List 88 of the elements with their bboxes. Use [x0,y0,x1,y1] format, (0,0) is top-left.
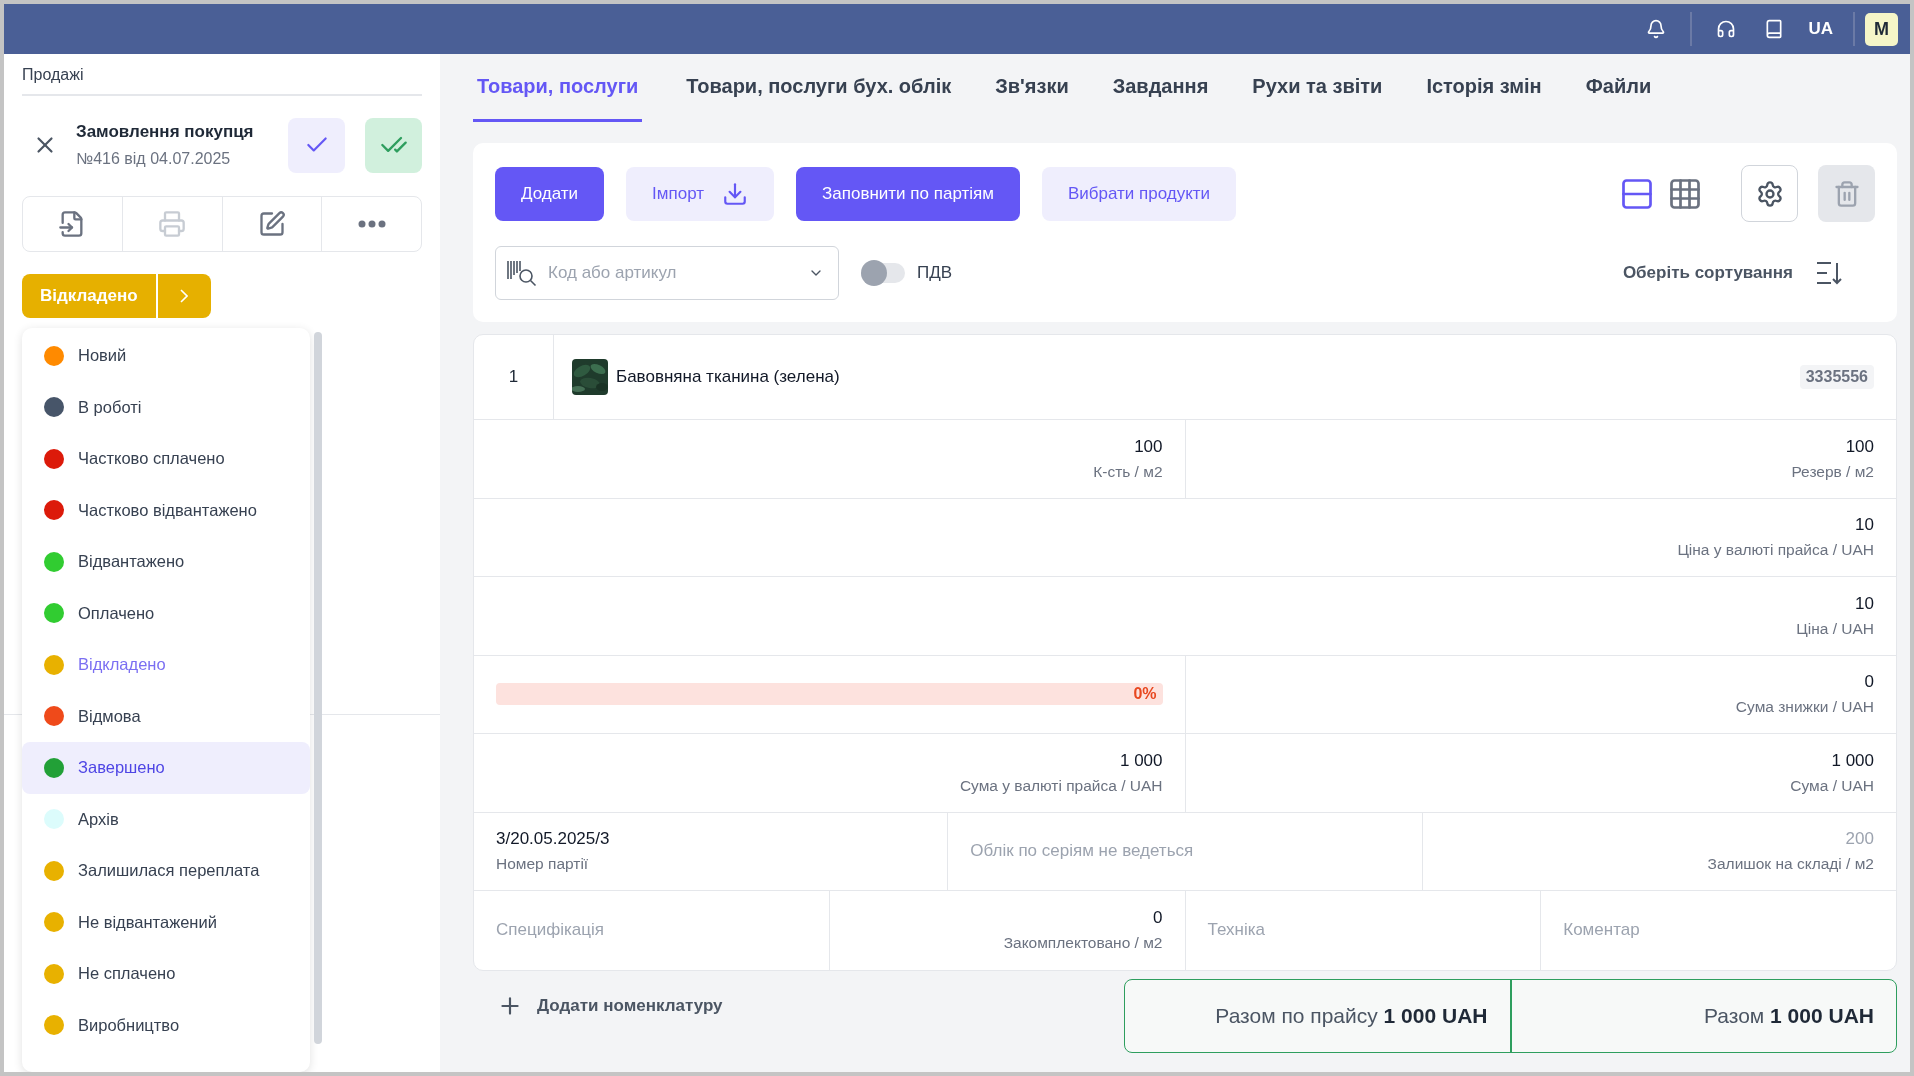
status-option[interactable]: Відвантажено [22,536,310,588]
field-value: 100 [1845,436,1874,457]
search-dropdown[interactable]: Код або артикул [495,246,839,300]
status-option[interactable]: Виробництво [22,999,310,1051]
tab[interactable]: Зв'язки [995,54,1069,122]
field-value: 0 [1153,908,1163,929]
vat-switch[interactable] [861,263,905,283]
status-label: Завершено [78,758,165,778]
status-label: Архів [78,809,119,829]
product-code: 3335556 [1799,365,1874,389]
status-option[interactable]: Відкладено [22,639,310,691]
more-icon [357,220,386,228]
field-value: 10 [1855,593,1874,614]
confirm-button[interactable] [365,117,422,173]
field-label: Номер партії [496,855,589,874]
trash-icon [1832,179,1861,208]
field-value: 10 [1855,515,1874,536]
toolbar-button[interactable]: Заповнити по партіям [796,166,1020,221]
tab[interactable]: Історія змін [1426,54,1542,122]
status-label: Відкладено [78,655,166,675]
discount-percent: 0% [1133,685,1158,704]
field-value: 1 000 [1119,750,1163,771]
language-code[interactable]: UA [1808,19,1833,39]
document-number: №416 від 04.07.2025 [76,150,232,168]
total-text: Разом по прайсу 1 000 UAH [1215,1003,1488,1028]
import-button[interactable]: Імпорт [626,166,775,221]
document-title: Замовлення покупця [76,122,254,142]
settings-icon [1755,179,1784,208]
status-option[interactable]: Архів [22,793,310,845]
user-avatar[interactable]: M [1865,12,1898,46]
status-option[interactable]: Оплачено [22,587,310,639]
field-label: Резерв / м2 [1791,462,1874,481]
field-label: Сума / UAH [1790,776,1874,795]
total-text: Разом 1 000 UAH [1704,1003,1874,1028]
status-option[interactable]: Відмова [22,690,310,742]
status-label: Відмова [78,706,141,726]
tab[interactable]: Товари, послуги [473,54,643,122]
field-label: Ціна / UAH [1796,619,1874,638]
barcode-search-icon [506,259,538,287]
status-option[interactable]: Залишилася переплата [22,845,310,897]
printer-icon [158,210,187,238]
status-option[interactable]: Не відвантажений [22,896,310,948]
chevron-icon [180,289,189,303]
field-value: 200 [1845,829,1874,850]
status-option[interactable]: Частково сплачено [22,433,310,485]
status-label: Не відвантажений [78,912,217,932]
scrollbar[interactable] [314,332,322,1044]
tab[interactable]: Товари, послуги бух. облік [686,54,952,122]
field-label: Ціна у валюті прайса / UAH [1677,541,1874,560]
tab[interactable]: Завдання [1112,54,1209,122]
status-option[interactable]: Не сплачено [22,948,310,1000]
status-label: Частково відвантажено [78,500,257,520]
toolbar-button[interactable]: Вибрати продукти [1041,166,1237,221]
status-option[interactable]: Завершено [22,742,310,794]
status-label: Залишилася переплата [78,861,260,881]
vat-label: ПДВ [917,263,953,283]
sort-label[interactable]: Оберіть сортування [1622,263,1793,283]
status-label: В роботі [78,397,142,417]
tab[interactable]: Файли [1585,54,1652,122]
field-value: 1 000 [1831,750,1874,771]
field-value: 100 [1134,436,1163,457]
add-item-link[interactable]: Додати номенклатуру [473,978,747,1033]
field-value: 0 [1864,672,1874,693]
sort-icon[interactable] [1815,260,1843,286]
status-label: Частково сплачено [78,449,225,469]
status-option[interactable]: Частково відвантажено [22,484,310,536]
status-label: Не сплачено [78,964,176,984]
field-label: Сума у валюті прайса / UAH [959,776,1163,795]
settings-button[interactable] [1741,165,1798,222]
field-label: К-сть / м2 [1093,462,1163,481]
status-label: Відвантажено [78,552,185,572]
product-name: Бавовняна тканина (зелена) [616,367,841,387]
status-option[interactable]: Новий [22,330,310,382]
status-label: Виробництво [78,1015,180,1035]
edit-icon [257,210,286,238]
status-label: Новий [78,346,127,366]
breadcrumb[interactable]: Продажі [22,54,422,96]
download-icon [722,180,749,207]
toolbar-button[interactable]: Додати [495,166,605,221]
status-label: Оплачено [78,603,155,623]
field-value: 3/20.05.2025/3 [496,829,610,850]
field-label: Залишок на складі / м2 [1707,855,1874,874]
row-number: 1 [474,335,554,419]
field-label: Закомплектовано / м2 [1003,934,1163,953]
status-option[interactable]: В роботі [22,381,310,433]
tab[interactable]: Рухи та звіти [1252,54,1383,122]
field-label: Сума знижки / UAH [1735,698,1874,717]
search-input[interactable]: Код або артикул [546,262,800,284]
